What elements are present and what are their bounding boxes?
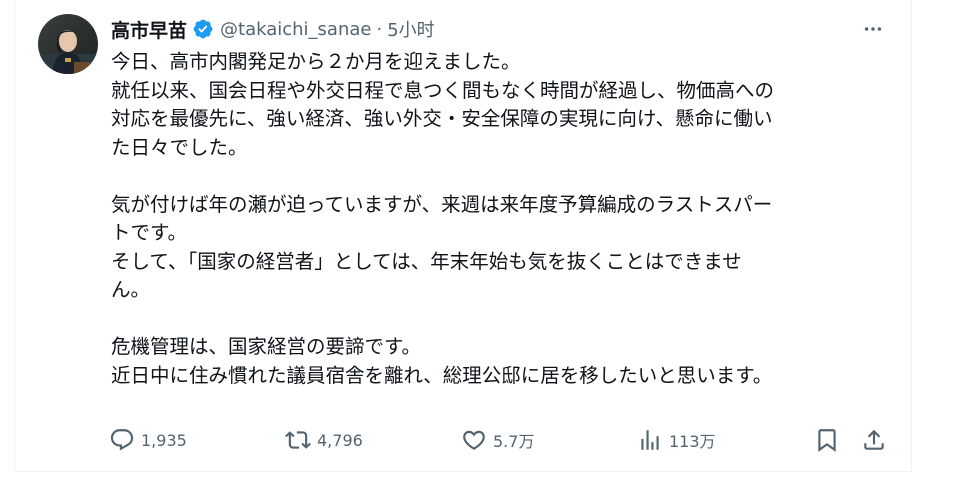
tweet-text-line: 近日中に住み慣れた議員宿舎を離れ、総理公邸に居を移したいと思います。 <box>111 363 773 387</box>
verified-badge-icon <box>192 18 214 40</box>
views-count: 113万 <box>669 432 716 451</box>
heart-icon <box>461 427 487 453</box>
tweet-text-line: ん。 <box>111 278 151 301</box>
reply-icon <box>109 427 135 453</box>
tweet-text-line: 今日、高市内閣発足から２か月を迎えました。 <box>111 50 521 73</box>
bookmark-button[interactable] <box>814 424 840 456</box>
avatar[interactable] <box>38 14 98 74</box>
author-handle[interactable]: @takaichi_sanae <box>220 19 371 40</box>
tweet-text-line: 就任以来、国会日程や外交日程で息つく間もなく時間が経過し、物価高への <box>111 78 775 102</box>
author-name[interactable]: 高市早苗 <box>111 16 187 43</box>
views-chart-icon <box>637 427 663 453</box>
tweet-timestamp[interactable]: 5小时 <box>387 16 434 42</box>
tweet-text-line: 対応を最優先に、強い経済、強い外交・安全保障の実現に向け、懸命に働い <box>111 107 773 130</box>
share-icon <box>861 427 887 453</box>
tweet-text-line: そして、「国家の経営者」としては、年末年始も気を抜くことはできませ <box>111 249 742 273</box>
share-button[interactable] <box>861 424 887 456</box>
action-bar: 1,935 4,796 5.7万 113万 <box>109 424 891 456</box>
page: 高市早苗 @takaichi_sanae · 5小时 今日、高市内閣発足から２か… <box>0 0 956 477</box>
reply-button[interactable]: 1,935 <box>109 424 187 456</box>
bookmark-icon <box>814 427 840 453</box>
retweet-button[interactable]: 4,796 <box>285 424 363 456</box>
retweet-icon <box>285 427 311 453</box>
tweet-text-line: 気が付けば年の瀬が迫っていますが、来週は来年度予算編成のラストスパー <box>111 192 773 216</box>
header-separator: · <box>376 18 383 40</box>
tweet-header: 高市早苗 @takaichi_sanae · 5小时 <box>111 14 435 44</box>
like-count: 5.7万 <box>493 432 535 451</box>
tweet-text-line: トです。 <box>111 221 188 244</box>
views-button[interactable]: 113万 <box>637 424 716 456</box>
tweet-text-line: 危機管理は、国家経営の要諦です。 <box>111 335 422 358</box>
tweet-body: 今日、高市内閣発足から２か月を迎えました。 就任以来、国会日程や外交日程で息つく… <box>111 48 891 390</box>
retweet-count: 4,796 <box>317 430 363 450</box>
reply-count: 1,935 <box>141 430 187 450</box>
more-options-icon[interactable] <box>858 16 888 42</box>
avatar-image <box>38 14 98 74</box>
like-button[interactable]: 5.7万 <box>461 424 534 456</box>
tweet-text-line: た日々でした。 <box>111 135 248 159</box>
